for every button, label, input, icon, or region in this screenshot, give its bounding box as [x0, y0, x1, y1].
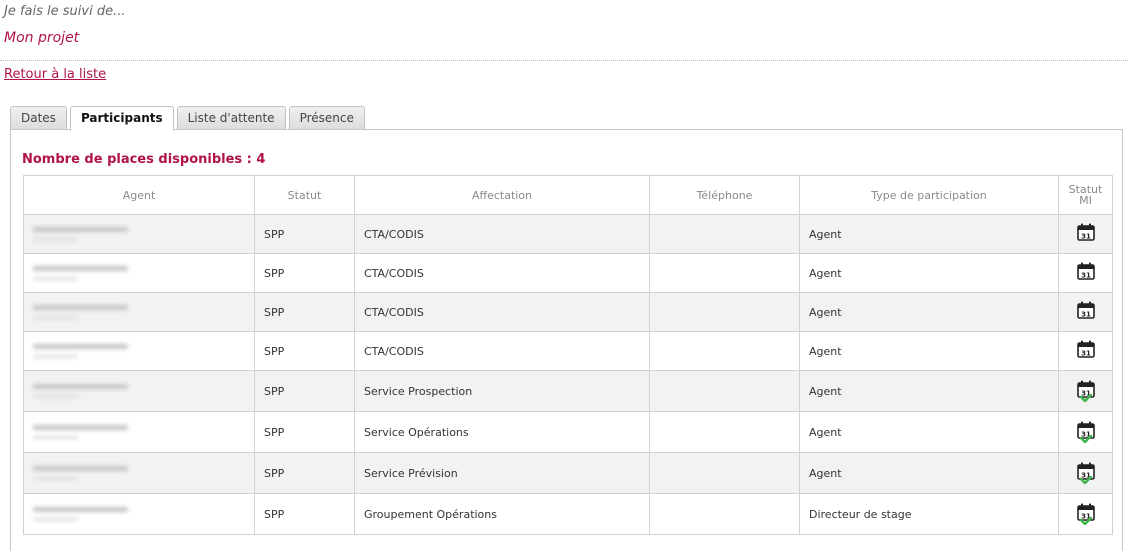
agent-name-redacted [33, 384, 128, 398]
back-to-list-link[interactable]: Retour à la liste [4, 67, 106, 82]
column-header-type-participation[interactable]: Type de participation [799, 175, 1059, 215]
cell-agent [23, 411, 255, 453]
cell-affectation: Service Prévision [354, 452, 650, 494]
page-subtitle: Je fais le suivi de... [4, 4, 126, 19]
column-header-statut-mi[interactable]: Statut MI [1058, 175, 1113, 215]
cell-telephone [649, 331, 800, 371]
cell-type-participation: Agent [799, 292, 1059, 332]
table-row[interactable]: SPP CTA/CODIS Agent 31 [23, 292, 1113, 332]
calendar-icon[interactable]: 31 [1076, 340, 1096, 362]
column-header-affectation[interactable]: Affectation [354, 175, 650, 215]
participants-table-body: SPP CTA/CODIS Agent 31 SPP CTA/CODIS Agent 31 SP… [23, 214, 1113, 535]
cell-statut: SPP [254, 411, 355, 453]
svg-text:31: 31 [1081, 233, 1091, 241]
table-header-row: Agent Statut Affectation Téléphone Type … [23, 175, 1113, 215]
table-row[interactable]: SPP CTA/CODIS Agent 31 [23, 253, 1113, 293]
tab-dates[interactable]: Dates [10, 106, 67, 130]
agent-name-redacted [33, 507, 128, 521]
participants-panel: Nombre de places disponibles : 4 Agent S… [10, 129, 1123, 551]
calendar-check-icon[interactable]: 31 [1076, 380, 1096, 402]
cell-telephone [649, 253, 800, 293]
calendar-icon[interactable]: 31 [1076, 262, 1096, 284]
cell-telephone [649, 493, 800, 535]
agent-name-redacted [33, 344, 128, 358]
svg-text:31: 31 [1081, 272, 1091, 280]
svg-text:31: 31 [1081, 350, 1091, 358]
cell-type-participation: Agent [799, 331, 1059, 371]
table-row[interactable]: SPP Service Opérations Agent 31 [23, 411, 1113, 453]
cell-type-participation: Agent [799, 452, 1059, 494]
cell-affectation: CTA/CODIS [354, 253, 650, 293]
page-title: Mon projet [4, 30, 80, 46]
cell-agent [23, 292, 255, 332]
table-row[interactable]: SPP Groupement Opérations Directeur de sta… [23, 493, 1113, 535]
table-row[interactable]: SPP Service Prévision Agent 31 [23, 452, 1113, 494]
tab-participants[interactable]: Participants [69, 106, 174, 131]
column-header-agent[interactable]: Agent [23, 175, 255, 215]
cell-agent [23, 452, 255, 494]
calendar-check-icon[interactable]: 31 [1076, 462, 1096, 484]
cell-statut: SPP [254, 493, 355, 535]
cell-affectation: Service Prospection [354, 370, 650, 412]
participants-table: Agent Statut Affectation Téléphone Type … [23, 175, 1113, 535]
tab-bar: Dates Participants Liste d'attente Prése… [10, 106, 365, 131]
cell-telephone [649, 292, 800, 332]
cell-telephone [649, 370, 800, 412]
cell-agent [23, 493, 255, 535]
cell-affectation: Service Opérations [354, 411, 650, 453]
cell-statut-mi: 31 [1058, 253, 1113, 293]
cell-statut: SPP [254, 214, 355, 254]
table-row[interactable]: SPP CTA/CODIS Agent 31 [23, 331, 1113, 371]
agent-name-redacted [33, 466, 128, 480]
table-row[interactable]: SPP Service Prospection Agent 31 [23, 370, 1113, 412]
cell-agent [23, 370, 255, 412]
cell-telephone [649, 214, 800, 254]
agent-name-redacted [33, 425, 128, 439]
cell-statut: SPP [254, 370, 355, 412]
cell-statut-mi: 31 [1058, 331, 1113, 371]
cell-agent [23, 253, 255, 293]
column-header-statut[interactable]: Statut [254, 175, 355, 215]
cell-agent [23, 331, 255, 371]
cell-type-participation: Directeur de stage [799, 493, 1059, 535]
cell-statut-mi: 31 [1058, 452, 1113, 494]
cell-telephone [649, 411, 800, 453]
available-places-label: Nombre de places disponibles : 4 [22, 152, 266, 167]
cell-type-participation: Agent [799, 370, 1059, 412]
cell-statut: SPP [254, 253, 355, 293]
agent-name-redacted [33, 227, 128, 241]
cell-type-participation: Agent [799, 411, 1059, 453]
header-divider [0, 60, 1128, 61]
cell-statut: SPP [254, 331, 355, 371]
table-row[interactable]: SPP CTA/CODIS Agent 31 [23, 214, 1113, 254]
cell-affectation: CTA/CODIS [354, 214, 650, 254]
agent-name-redacted [33, 266, 128, 280]
cell-type-participation: Agent [799, 214, 1059, 254]
cell-statut-mi: 31 [1058, 292, 1113, 332]
cell-telephone [649, 452, 800, 494]
tab-presence[interactable]: Présence [288, 106, 365, 130]
calendar-check-icon[interactable]: 31 [1076, 503, 1096, 525]
cell-type-participation: Agent [799, 253, 1059, 293]
tab-waiting-list[interactable]: Liste d'attente [176, 106, 286, 130]
cell-affectation: CTA/CODIS [354, 292, 650, 332]
cell-statut-mi: 31 [1058, 411, 1113, 453]
cell-statut-mi: 31 [1058, 214, 1113, 254]
cell-statut: SPP [254, 292, 355, 332]
cell-statut: SPP [254, 452, 355, 494]
agent-name-redacted [33, 305, 128, 319]
cell-statut-mi: 31 [1058, 370, 1113, 412]
calendar-icon[interactable]: 31 [1076, 301, 1096, 323]
cell-affectation: Groupement Opérations [354, 493, 650, 535]
cell-affectation: CTA/CODIS [354, 331, 650, 371]
calendar-check-icon[interactable]: 31 [1076, 421, 1096, 443]
cell-statut-mi: 31 [1058, 493, 1113, 535]
calendar-icon[interactable]: 31 [1076, 223, 1096, 245]
column-header-telephone[interactable]: Téléphone [649, 175, 800, 215]
cell-agent [23, 214, 255, 254]
svg-text:31: 31 [1081, 311, 1091, 319]
